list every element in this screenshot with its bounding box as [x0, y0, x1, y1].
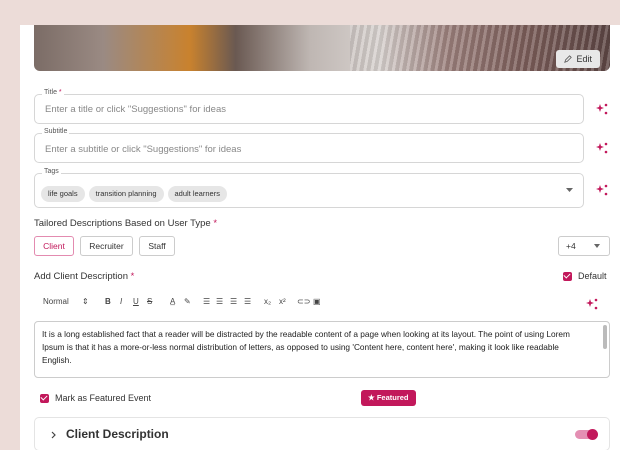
client-description-text[interactable]: It is a long established fact that a rea…: [42, 328, 590, 367]
text-color-icon[interactable]: A̲: [170, 297, 175, 306]
client-description-accordion[interactable]: Client Description: [34, 417, 610, 450]
more-user-types-value: +4: [566, 241, 576, 251]
pencil-icon: [564, 55, 573, 63]
tag-chip[interactable]: adult learners: [167, 186, 227, 202]
superscript-button[interactable]: x²: [279, 297, 286, 306]
tab-recruiter[interactable]: Recruiter: [80, 236, 133, 256]
indent-icon[interactable]: ☰: [244, 297, 251, 306]
more-user-types-select[interactable]: +4: [558, 236, 610, 256]
title-field-legend: Title *: [42, 89, 64, 96]
italic-button[interactable]: I: [120, 297, 122, 306]
client-description-toggle[interactable]: [575, 429, 598, 440]
accordion-title: Client Description: [66, 427, 169, 441]
rich-text-toolbar: Normal ⇕ B I U S A̲ ✎ ☰ ☰ ☰ ☰ x₂ x² ⊂⊃ ▣: [34, 297, 609, 311]
format-select[interactable]: Normal: [43, 297, 69, 306]
tags-field[interactable]: Tags life goals transition planning adult …: [34, 168, 584, 208]
cover-image: Edit: [34, 25, 610, 71]
edit-cover-button[interactable]: Edit: [556, 50, 600, 68]
bold-button[interactable]: B: [105, 297, 111, 306]
edit-cover-label: Edit: [576, 54, 592, 64]
tags-suggestions-icon[interactable]: [595, 183, 609, 197]
chevron-down-icon: [594, 244, 600, 248]
tag-chip[interactable]: life goals: [41, 186, 85, 202]
featured-badge-label: Featured: [376, 393, 409, 402]
subscript-button[interactable]: x₂: [264, 297, 271, 306]
outdent-icon[interactable]: ☰: [230, 297, 237, 306]
tags-field-legend: Tags: [42, 168, 61, 175]
tag-chip[interactable]: transition planning: [88, 186, 164, 202]
tag-chip-list: life goals transition planning adult learn…: [41, 183, 231, 202]
tab-staff[interactable]: Staff: [139, 236, 175, 256]
star-icon: ★: [368, 393, 375, 402]
chevron-right-icon[interactable]: [51, 431, 56, 439]
featured-checkbox[interactable]: [40, 394, 49, 403]
default-checkbox[interactable]: [563, 272, 572, 281]
add-client-description-label: Add Client Description *: [34, 271, 135, 282]
tags-dropdown-arrow-icon[interactable]: [566, 188, 573, 193]
event-form-card: Edit Title * Enter a title or click "Sug…: [20, 25, 620, 450]
subtitle-field-legend: Subtitle: [42, 128, 70, 135]
highlight-pen-icon[interactable]: ✎: [184, 297, 191, 306]
editor-scrollbar[interactable]: [603, 325, 607, 349]
title-suggestions-icon[interactable]: [595, 102, 609, 116]
description-suggestions-icon[interactable]: [585, 297, 599, 311]
client-description-editor[interactable]: It is a long established fact that a rea…: [34, 321, 610, 378]
title-placeholder: Enter a title or click "Suggestions" for…: [45, 104, 226, 115]
bullet-list-icon[interactable]: ☰: [216, 297, 223, 306]
subtitle-placeholder: Enter a subtitle or click "Suggestions" …: [45, 144, 242, 155]
format-select-arrows-icon[interactable]: ⇕: [82, 297, 89, 306]
strikethrough-button[interactable]: S: [147, 297, 152, 306]
subtitle-field[interactable]: Subtitle Enter a subtitle or click "Sugg…: [34, 128, 584, 163]
underline-button[interactable]: U: [133, 297, 139, 306]
tailored-descriptions-heading: Tailored Descriptions Based on User Type…: [34, 218, 218, 229]
featured-checkbox-label: Mark as Featured Event: [55, 393, 152, 403]
link-icon[interactable]: ⊂⊃: [297, 297, 310, 306]
tab-client[interactable]: Client: [34, 236, 74, 256]
ordered-list-icon[interactable]: ☰: [203, 297, 210, 306]
image-icon[interactable]: ▣: [313, 297, 321, 306]
default-checkbox-label: Default: [578, 271, 607, 281]
featured-badge: ★ Featured: [361, 390, 416, 406]
subtitle-suggestions-icon[interactable]: [595, 141, 609, 155]
title-field[interactable]: Title * Enter a title or click "Suggesti…: [34, 89, 584, 124]
